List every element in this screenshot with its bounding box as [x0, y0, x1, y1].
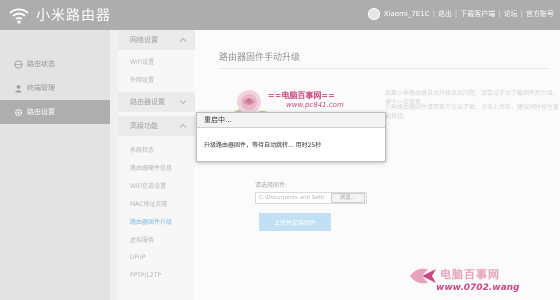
- dialog-message: 升级路由器固件，等待自动跳转... 用时25秒: [204, 142, 322, 149]
- watermark-bottom-url: www.0702.wang: [436, 283, 520, 293]
- watermark-site-name: ==电脑百事网==: [268, 90, 335, 100]
- watermark-site-url: www.pc841.com: [286, 101, 344, 109]
- watermark-bottom-name: 电脑百事网: [440, 268, 500, 281]
- watermark-logo-icon: [410, 268, 436, 284]
- reboot-dialog: 重启中... 升级路由器固件，等待自动跳转... 用时25秒: [196, 112, 386, 162]
- dialog-title: 重启中...: [197, 113, 385, 128]
